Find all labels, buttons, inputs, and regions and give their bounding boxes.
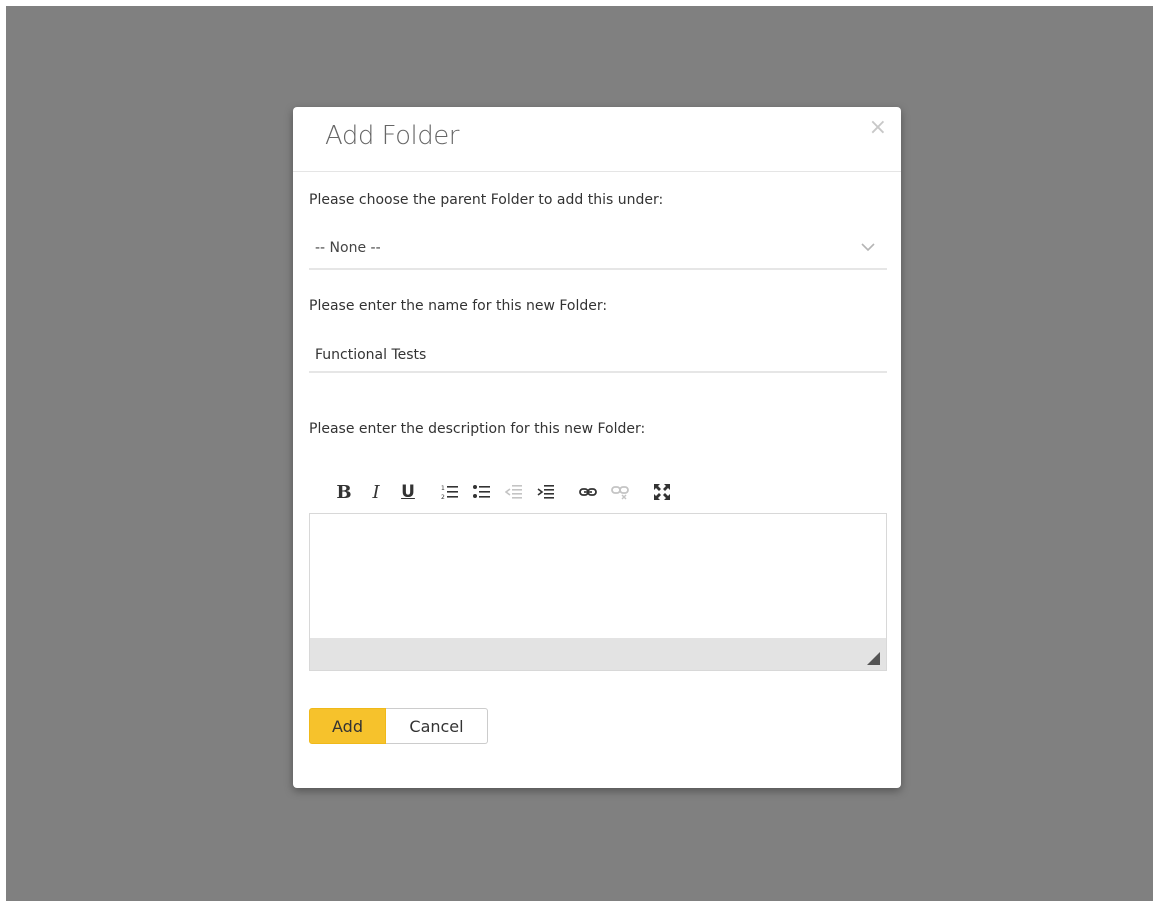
link-icon [579, 488, 597, 496]
numbered-list-button[interactable]: 1 2 [439, 481, 461, 503]
italic-icon: I [372, 481, 380, 503]
folder-description-label: Please enter the description for this ne… [309, 421, 646, 437]
parent-folder-selected-value: -- None -- [315, 240, 381, 256]
dialog-buttons: Add Cancel [309, 708, 488, 744]
bullet-list-button[interactable] [471, 481, 493, 503]
editor-statusbar [310, 638, 886, 670]
underline-icon: U [401, 482, 415, 502]
numbered-list-icon: 1 2 [441, 485, 458, 500]
bold-button[interactable]: B [333, 481, 355, 503]
svg-text:2: 2 [441, 494, 445, 500]
editor-toolbar: B I U 1 2 [333, 479, 683, 505]
close-button[interactable]: × [869, 117, 887, 139]
parent-folder-select[interactable]: -- None -- [309, 234, 887, 270]
add-button[interactable]: Add [309, 708, 386, 744]
add-folder-dialog: Add Folder × Please choose the parent Fo… [293, 107, 901, 788]
dialog-header: Add Folder × [293, 107, 901, 172]
svg-text:1: 1 [441, 485, 445, 492]
folder-name-label: Please enter the name for this new Folde… [309, 298, 608, 314]
bold-icon: B [336, 481, 352, 503]
italic-button[interactable]: I [365, 481, 387, 503]
indent-button[interactable] [535, 481, 557, 503]
description-textarea[interactable] [310, 514, 886, 638]
outdent-icon [505, 485, 522, 499]
outdent-button[interactable] [503, 481, 525, 503]
unlink-icon [611, 486, 629, 500]
cancel-button[interactable]: Cancel [386, 708, 488, 744]
chevron-down-icon [861, 243, 875, 252]
maximize-icon [654, 484, 670, 500]
maximize-button[interactable] [651, 481, 673, 503]
resize-handle-icon[interactable] [867, 652, 880, 665]
bullet-list-icon [473, 485, 490, 498]
indent-icon [537, 485, 554, 499]
description-editor [309, 513, 887, 671]
parent-folder-label: Please choose the parent Folder to add t… [309, 192, 664, 208]
link-button[interactable] [577, 481, 599, 503]
folder-name-input[interactable] [309, 339, 887, 373]
dialog-title: Add Folder [325, 121, 459, 151]
underline-button[interactable]: U [397, 481, 419, 503]
unlink-button[interactable] [609, 481, 631, 503]
